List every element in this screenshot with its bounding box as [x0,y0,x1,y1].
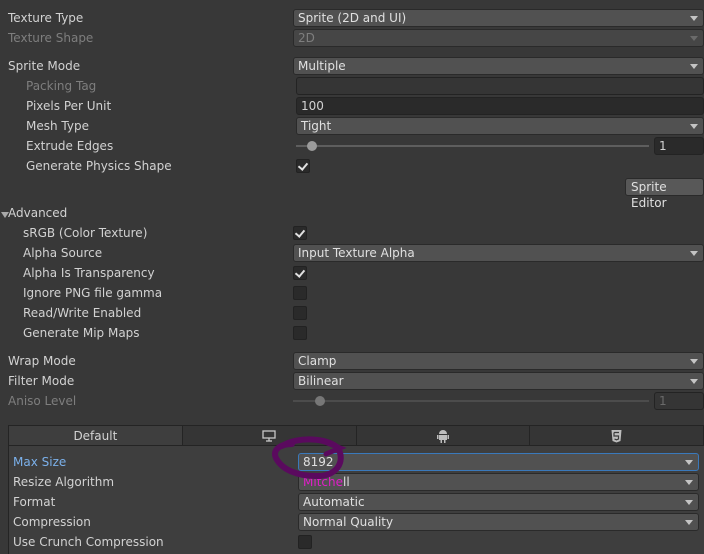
alpha-is-transparency-checkbox[interactable] [293,266,307,280]
filter-mode-value: Bilinear [298,374,344,388]
sprite-mode-value: Multiple [298,59,346,73]
aniso-level-slider-thumb [315,396,325,406]
filter-mode-label: Filter Mode [8,374,75,388]
chevron-down-icon [690,64,698,69]
pixels-per-unit-label: Pixels Per Unit [26,99,112,113]
html5-icon [611,429,622,442]
alpha-source-label: Alpha Source [23,246,103,260]
android-icon [436,429,449,443]
compression-value: Normal Quality [303,515,394,529]
mesh-type-value: Tight [301,119,332,133]
chevron-down-icon [690,359,698,364]
sprite-editor-button[interactable]: Sprite Editor [625,178,704,210]
format-value: Automatic [303,495,365,509]
aniso-level-slider-track [293,400,649,402]
tab-default-label: Default [73,428,118,443]
checkmark-icon [297,160,309,171]
pixels-per-unit-input[interactable]: 100 [296,97,704,115]
packing-tag-label: Packing Tag [26,79,97,93]
crunch-compression-checkbox[interactable] [298,535,312,549]
extrude-edges-slider-track[interactable] [296,145,649,147]
chevron-down-icon [685,500,693,505]
read-write-checkbox[interactable] [293,306,307,320]
chevron-down-icon [690,16,698,21]
mesh-type-dropdown[interactable]: Tight [296,117,704,135]
alpha-is-transparency-label: Alpha Is Transparency [23,266,155,280]
crunch-compression-label: Use Crunch Compression [13,535,164,549]
texture-type-value: Sprite (2D and UI) [298,11,407,25]
texture-type-label: Texture Type [8,11,84,25]
extrude-edges-input[interactable]: 1 [654,137,704,155]
resize-algorithm-label: Resize Algorithm [13,475,115,489]
mesh-type-label: Mesh Type [26,119,89,133]
format-label: Format [13,495,56,509]
wrap-mode-label: Wrap Mode [8,354,76,368]
ignore-png-gamma-checkbox[interactable] [293,286,307,300]
chevron-down-icon [690,124,698,129]
sprite-mode-label: Sprite Mode [8,59,81,73]
texture-type-dropdown[interactable]: Sprite (2D and UI) [293,9,704,27]
chevron-down-icon [685,520,693,525]
advanced-foldout-header[interactable]: Advanced [8,205,67,221]
alpha-source-dropdown[interactable]: Input Texture Alpha [293,244,704,262]
checkmark-icon [294,267,306,278]
chevron-down-icon [690,36,698,41]
annotation-circle-icon [272,436,347,479]
wrap-mode-dropdown[interactable]: Clamp [293,352,704,370]
read-write-label: Read/Write Enabled [23,306,142,320]
mip-maps-checkbox[interactable] [293,326,307,340]
aniso-level-label: Aniso Level [8,394,77,408]
generate-physics-shape-checkbox[interactable] [296,159,310,173]
tab-webgl[interactable] [530,426,703,445]
srgb-checkbox[interactable] [293,226,307,240]
alpha-source-value: Input Texture Alpha [298,246,415,260]
max-size-label: Max Size [13,455,67,469]
generate-physics-shape-label: Generate Physics Shape [26,159,172,173]
ignore-png-gamma-label: Ignore PNG file gamma [23,286,163,300]
extrude-edges-label: Extrude Edges [26,139,114,153]
texture-shape-dropdown: 2D [293,29,704,47]
chevron-down-icon [685,480,693,485]
checkmark-icon [294,227,306,238]
texture-shape-value: 2D [298,31,315,45]
chevron-down-icon [690,379,698,384]
filter-mode-dropdown[interactable]: Bilinear [293,372,704,390]
max-size-dropdown[interactable]: 8192 [298,453,699,471]
srgb-label: sRGB (Color Texture) [23,226,148,240]
format-dropdown[interactable]: Automatic [298,493,699,511]
sprite-mode-dropdown[interactable]: Multiple [293,57,704,75]
platform-tabs: Default [8,425,704,446]
tab-default[interactable]: Default [9,426,183,445]
resize-algorithm-dropdown[interactable]: Mitchell [298,473,699,491]
compression-label: Compression [13,515,91,529]
aniso-level-input: 1 [654,392,704,410]
wrap-mode-value: Clamp [298,354,337,368]
mip-maps-label: Generate Mip Maps [23,326,140,340]
chevron-down-icon [690,251,698,256]
extrude-edges-slider-thumb[interactable] [307,141,317,151]
texture-shape-label: Texture Shape [8,31,94,45]
packing-tag-input [296,77,704,95]
compression-dropdown[interactable]: Normal Quality [298,513,699,531]
chevron-down-icon [685,460,693,465]
tab-android[interactable] [357,426,531,445]
